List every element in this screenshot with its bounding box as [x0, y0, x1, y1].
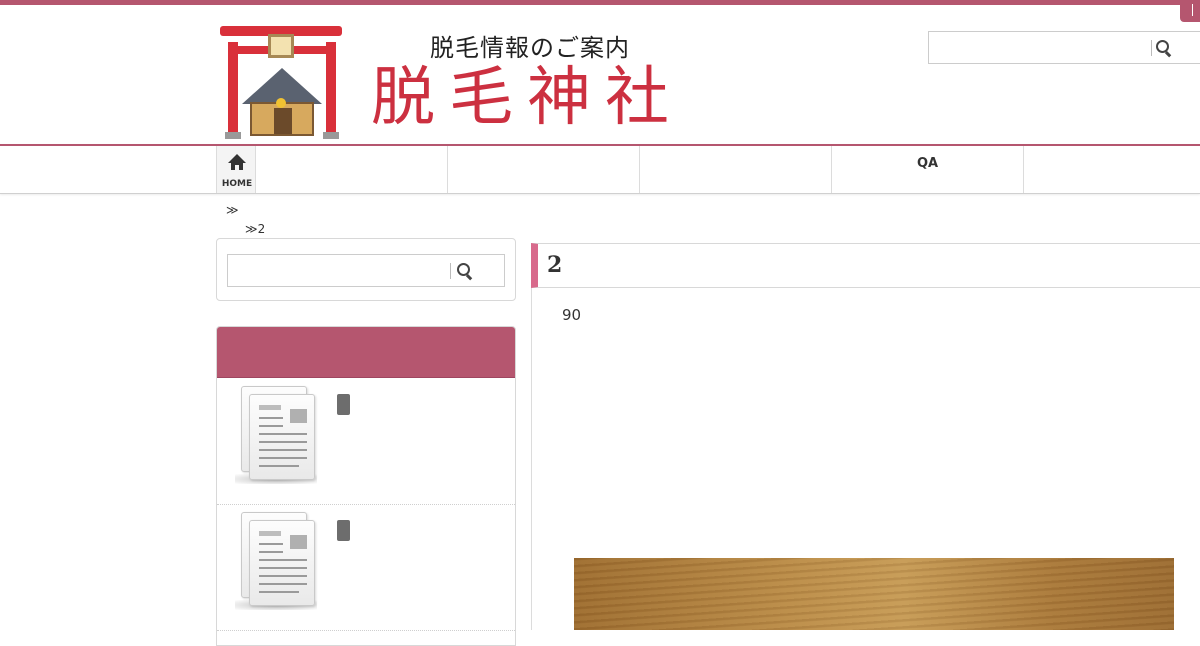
nav-item-2[interactable]	[448, 146, 640, 193]
nav-item-5[interactable]	[1024, 146, 1200, 193]
document-icon	[233, 386, 323, 486]
header-search	[928, 31, 1200, 64]
sidebar-widget-header	[217, 327, 515, 378]
sidebar-search	[227, 254, 505, 287]
nav-item-1[interactable]	[256, 146, 448, 193]
header-search-button[interactable]	[1153, 38, 1173, 58]
sidebar-widget	[216, 326, 516, 646]
article-image	[574, 558, 1174, 630]
nav-item-qa[interactable]: QA	[832, 146, 1024, 193]
search-icon	[457, 263, 470, 276]
top-accent-bar	[0, 0, 1200, 5]
article-heading: 2	[531, 243, 1200, 288]
article-title: 2	[547, 252, 563, 278]
sidebar-post[interactable]	[217, 504, 515, 631]
site-logo[interactable]: 脱毛情報のご案内 脱毛神社	[218, 24, 728, 142]
nav-item-3[interactable]	[640, 146, 832, 193]
sidebar-search-input[interactable]	[228, 255, 480, 286]
home-icon	[228, 154, 246, 170]
document-icon	[233, 512, 323, 612]
breadcrumb-level-2: ≫2	[245, 222, 266, 236]
search-separator	[1151, 40, 1152, 56]
search-icon	[1156, 40, 1169, 53]
sidebar-search-panel	[216, 238, 516, 301]
sidebar-post[interactable]	[217, 378, 515, 505]
nav-home-label: HOME	[221, 179, 253, 189]
breadcrumb-level-1[interactable]: ≫	[226, 203, 239, 217]
main-column-border	[531, 288, 532, 630]
nav-item-label: QA	[916, 156, 939, 171]
header-search-input[interactable]	[929, 32, 1183, 63]
search-separator	[450, 263, 451, 279]
main-nav: HOME QA	[0, 144, 1200, 194]
logo-title: 脱毛神社	[371, 61, 683, 135]
corner-tab[interactable]	[1180, 0, 1200, 22]
nav-home[interactable]: HOME	[216, 146, 256, 193]
post-category-tag[interactable]	[337, 520, 350, 541]
article-text: 90	[562, 306, 582, 324]
sidebar-search-button[interactable]	[454, 261, 474, 281]
post-category-tag[interactable]	[337, 394, 350, 415]
